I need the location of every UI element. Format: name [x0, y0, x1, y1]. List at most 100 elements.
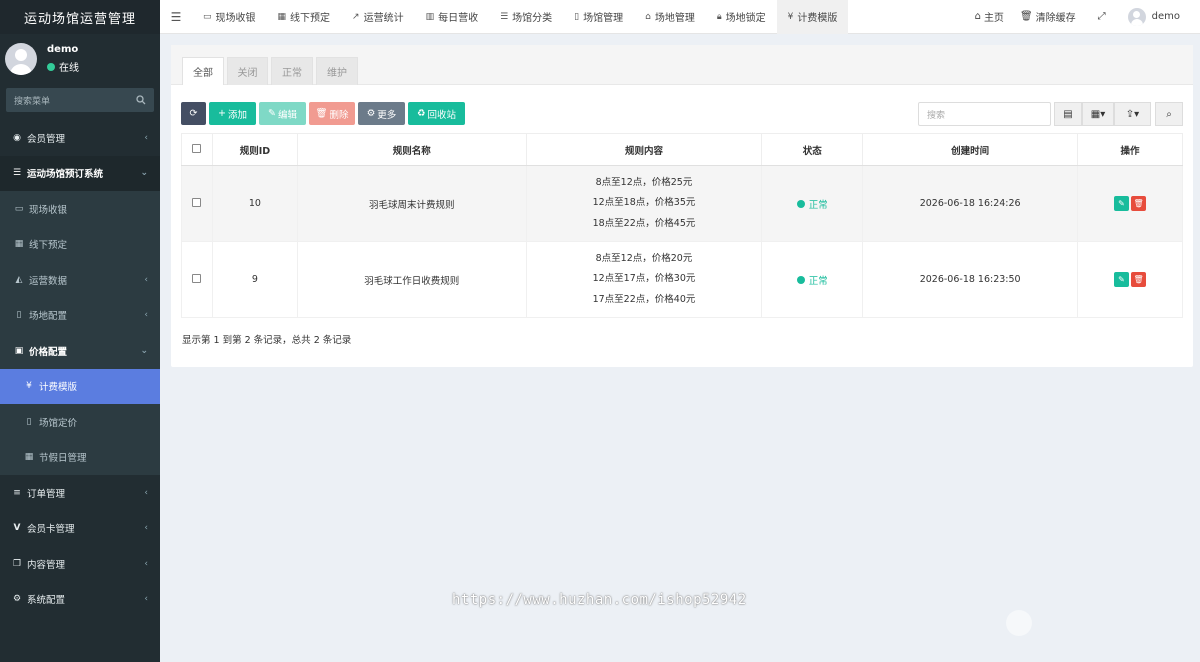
tab-daily-revenue[interactable]: ▥ 每日营收	[415, 0, 490, 34]
sidebar-search-placeholder: 搜索菜单	[14, 96, 51, 107]
row-delete-button[interactable]: 🗑︎	[1131, 196, 1147, 211]
table-search-input[interactable]: 搜索	[918, 102, 1051, 126]
sidebar-item-system[interactable]: ⚙ 系统配置 ‹	[0, 582, 160, 618]
sidebar-item-holiday[interactable]: ▦ 节假日管理	[0, 439, 160, 475]
user-panel: demo 在线	[0, 34, 160, 84]
trash-icon: 🗑︎	[1019, 11, 1033, 22]
sidebar-item-label: 场地配置	[29, 311, 68, 323]
sidebar-search-input[interactable]: 搜索菜单	[6, 88, 154, 112]
col-header-id[interactable]: 规则ID	[211, 133, 298, 166]
tab-venue-management[interactable]: ▯ 场馆管理	[563, 0, 634, 34]
delete-label: 删除	[329, 109, 349, 121]
sidebar-item-price-config[interactable]: ▣ 价格配置 ⌄	[0, 333, 160, 369]
sidebar-item-content[interactable]: ❐ 内容管理 ‹	[0, 546, 160, 582]
money-icon: ▣	[14, 345, 24, 356]
list-icon: ☰	[12, 168, 22, 179]
sidebar-item-billing-template[interactable]: ¥ 计费模版	[0, 368, 160, 404]
table-row[interactable]: 10 羽毛球周末计费规则 8点至12点，价格25元 12点至18点，价格35元 …	[181, 165, 1183, 242]
more-button[interactable]: ⚙ 更多	[358, 102, 405, 125]
add-button[interactable]: + 添加	[209, 102, 256, 125]
search-icon[interactable]	[136, 95, 146, 105]
col-header-created[interactable]: 创建时间	[862, 133, 1079, 166]
file-icon: ▯	[16, 310, 22, 321]
row-actions: ✎ 🗑︎	[1077, 165, 1183, 242]
sidebar-item-label: 节假日管理	[39, 453, 87, 465]
row-checkbox[interactable]	[192, 197, 202, 207]
tab-label: 运营统计	[363, 13, 404, 24]
chevron-left-icon: ‹	[144, 594, 148, 605]
calendar-icon: ▦	[277, 11, 287, 22]
sidebar-item-cashier[interactable]: ▭ 现场收银	[0, 191, 160, 227]
export-button[interactable]: ⇪▾	[1114, 102, 1151, 126]
tab-offline-booking[interactable]: ▦ 线下预定	[267, 0, 342, 34]
tab-court-lock[interactable]: 🔒︎ 场地锁定	[706, 0, 777, 34]
columns-button[interactable]: ▦▾	[1082, 102, 1114, 126]
pagination-info: 显示第 1 到第 2 条记录，总共 2 条记录	[182, 335, 352, 346]
status-cell: 正常	[761, 241, 864, 318]
billing-rules-table: 规则ID 规则名称 规则内容 状态 创建时间 操作 10 羽毛球周末计费规则 8…	[181, 133, 1183, 318]
user-name: demo	[47, 44, 79, 55]
app-title[interactable]: 运动场馆运营管理	[0, 0, 160, 34]
rule-content-line: 12点至17点，价格30元	[592, 273, 696, 285]
export-icon: ⇪▾	[1125, 108, 1140, 120]
sidebar-item-label: 内容管理	[27, 559, 66, 571]
trash-icon: 🗑︎	[1133, 275, 1144, 284]
refresh-button[interactable]: ⟳	[181, 102, 206, 125]
gear-icon: ⚙	[366, 108, 376, 119]
table-row[interactable]: 9 羽毛球工作日收费规则 8点至12点，价格20元 12点至17点，价格30元 …	[181, 241, 1183, 318]
tab-label: 现场收银	[215, 13, 256, 24]
chevron-left-icon: ‹	[144, 558, 148, 569]
pencil-icon: ✎	[1118, 275, 1125, 284]
rule-content-line: 12点至18点，价格35元	[592, 197, 696, 209]
clear-cache-button[interactable]: 🗑︎ 清除缓存	[1012, 9, 1084, 24]
sidebar-item-offline-booking[interactable]: ▦ 线下预定	[0, 226, 160, 262]
sidebar-item-operation-data[interactable]: ◭ 运营数据 ‹	[0, 262, 160, 298]
inbox-icon: ⌂	[645, 11, 651, 22]
row-edit-button[interactable]: ✎	[1114, 272, 1130, 287]
tab-cashier[interactable]: ▭ 现场收银	[192, 0, 267, 34]
tab-label: 计费模版	[797, 13, 838, 24]
filter-tab-closed[interactable]: 关闭	[227, 57, 268, 85]
edit-label: 编辑	[277, 109, 297, 121]
select-all-checkbox[interactable]	[192, 143, 202, 153]
chevron-left-icon: ‹	[144, 132, 148, 143]
edit-button[interactable]: ✎ 编辑	[259, 102, 306, 125]
sidebar-item-orders[interactable]: ≡ 订单管理 ‹	[0, 475, 160, 511]
rule-content-line: 18点至22点，价格45元	[592, 217, 696, 229]
tab-label: 场馆分类	[512, 13, 553, 24]
row-edit-button[interactable]: ✎	[1114, 196, 1130, 211]
tab-court-management[interactable]: ⌂ 场地管理	[634, 0, 706, 34]
sidebar-toggle-icon[interactable]: ☰	[160, 10, 192, 24]
sidebar-item-label: 会员管理	[27, 133, 66, 145]
filter-tab-normal[interactable]: 正常	[271, 57, 313, 85]
toggle-view-button[interactable]: ▤	[1054, 102, 1082, 126]
tab-billing-template[interactable]: ¥ 计费模版	[776, 0, 849, 34]
sidebar-item-member-card[interactable]: V 会员卡管理 ‹	[0, 511, 160, 547]
select-all-checkbox-cell[interactable]	[181, 133, 213, 166]
user-menu[interactable]: demo	[1120, 7, 1200, 26]
yen-icon: ¥	[787, 11, 794, 22]
col-header-status[interactable]: 状态	[761, 133, 864, 166]
col-header-name[interactable]: 规则名称	[296, 133, 527, 166]
row-delete-button[interactable]: 🗑︎	[1131, 272, 1147, 287]
filter-tab-maintenance[interactable]: 维护	[316, 57, 358, 85]
cogs-icon: ⚙	[12, 594, 22, 605]
recycle-bin-button[interactable]: ♻ 回收站	[408, 102, 465, 125]
card-view-icon: ▤	[1063, 108, 1073, 120]
sidebar-item-venue-pricing[interactable]: ▯ 场馆定价	[0, 404, 160, 440]
delete-button[interactable]: 🗑︎ 删除	[309, 102, 355, 125]
tab-label: 场地锁定	[725, 13, 766, 24]
sidebar-item-member[interactable]: ◉ 会员管理 ‹	[0, 120, 160, 156]
filter-tab-all[interactable]: 全部	[182, 57, 224, 85]
fullscreen-icon[interactable]: ⤢	[1084, 11, 1120, 22]
home-link[interactable]: ⌂ 主页	[967, 9, 1012, 24]
row-checkbox[interactable]	[192, 273, 202, 283]
tab-operation-stats[interactable]: ↗ 运营统计	[341, 0, 415, 34]
rule-name: 羽毛球周末计费规则	[296, 165, 527, 242]
sidebar-item-venue-config[interactable]: ▯ 场地配置 ‹	[0, 297, 160, 333]
search-button[interactable]: ⌕	[1155, 102, 1183, 126]
sidebar-item-booking-system[interactable]: ☰ 运动场馆预订系统 ⌄	[0, 155, 160, 191]
tab-label: 每日营收	[438, 13, 479, 24]
tab-venue-category[interactable]: ☰ 场馆分类	[489, 0, 563, 34]
line-chart-icon: ↗	[352, 11, 360, 22]
